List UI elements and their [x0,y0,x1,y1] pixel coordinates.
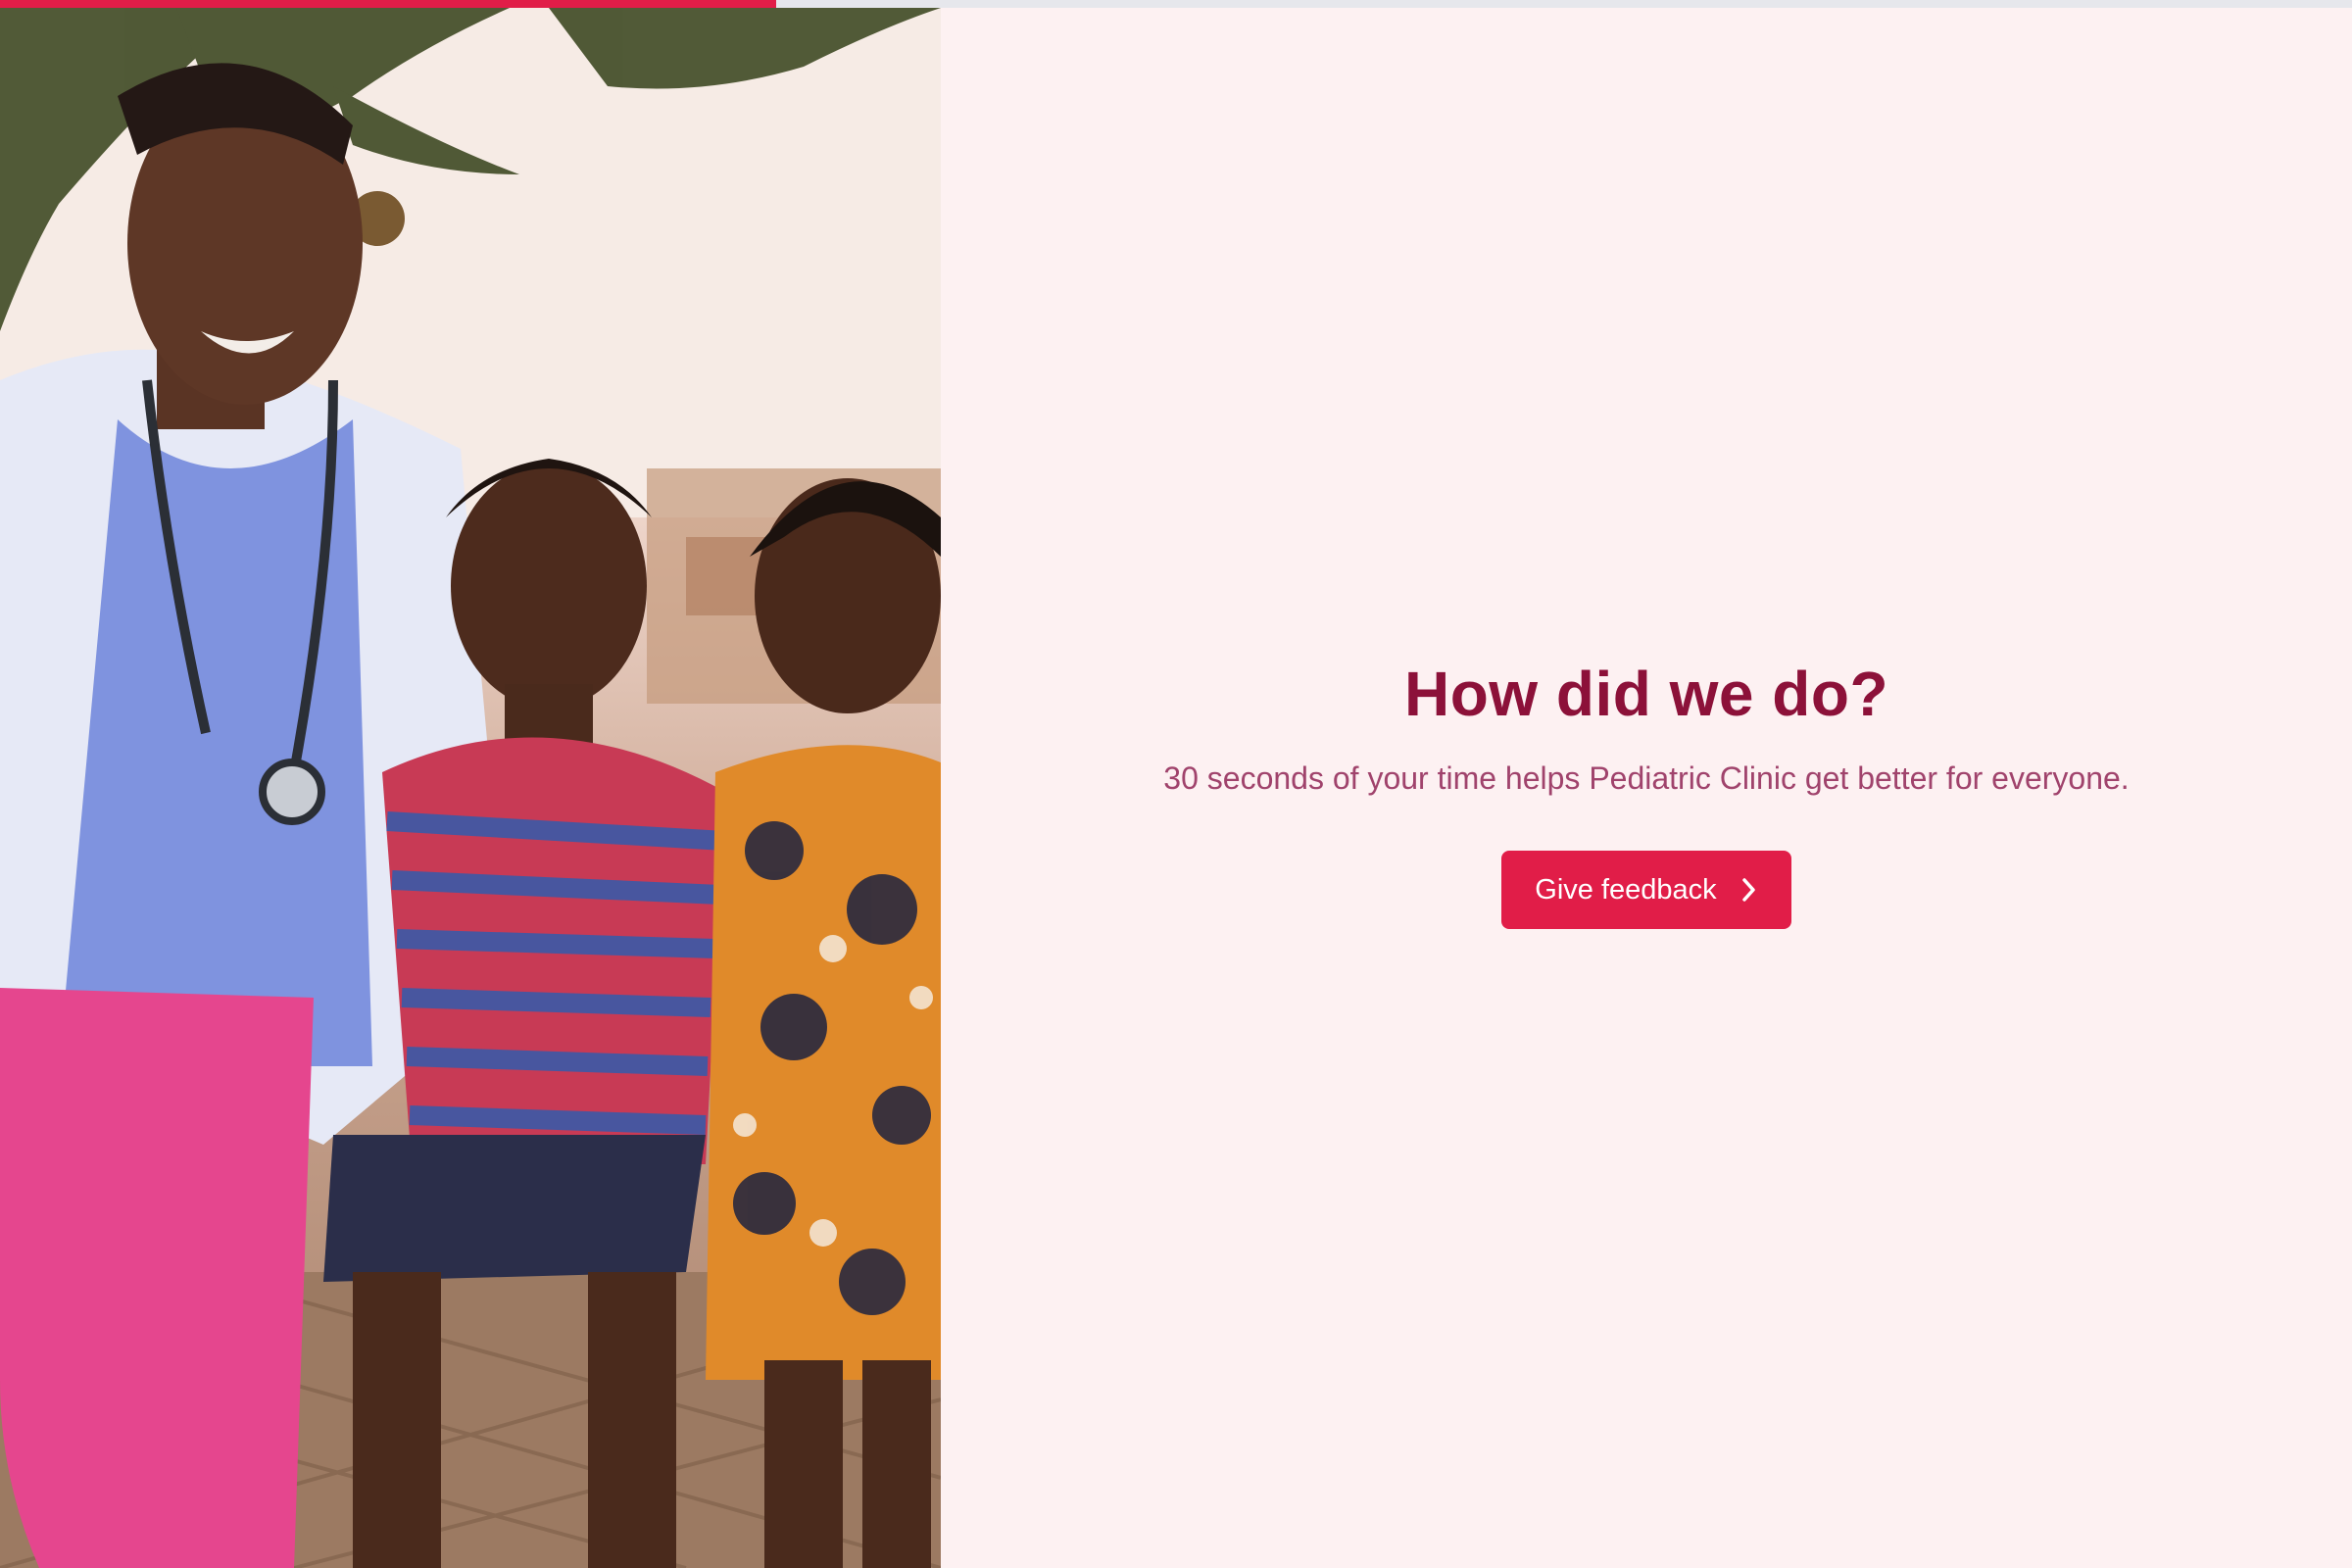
clinic-photo [0,8,941,1568]
page-title: How did we do? [1403,659,1889,729]
hero-section: How did we do? 30 seconds of your time h… [941,655,2352,929]
chevron-right-icon [1740,876,1758,904]
progress-bar-fill [0,0,776,8]
page-subtitle: 30 seconds of your time helps Pediatric … [1163,760,2130,796]
give-feedback-button[interactable]: Give feedback [1501,851,1791,929]
give-feedback-label: Give feedback [1535,873,1717,906]
content-panel: How did we do? 30 seconds of your time h… [941,8,2352,1568]
progress-bar [0,0,2352,8]
